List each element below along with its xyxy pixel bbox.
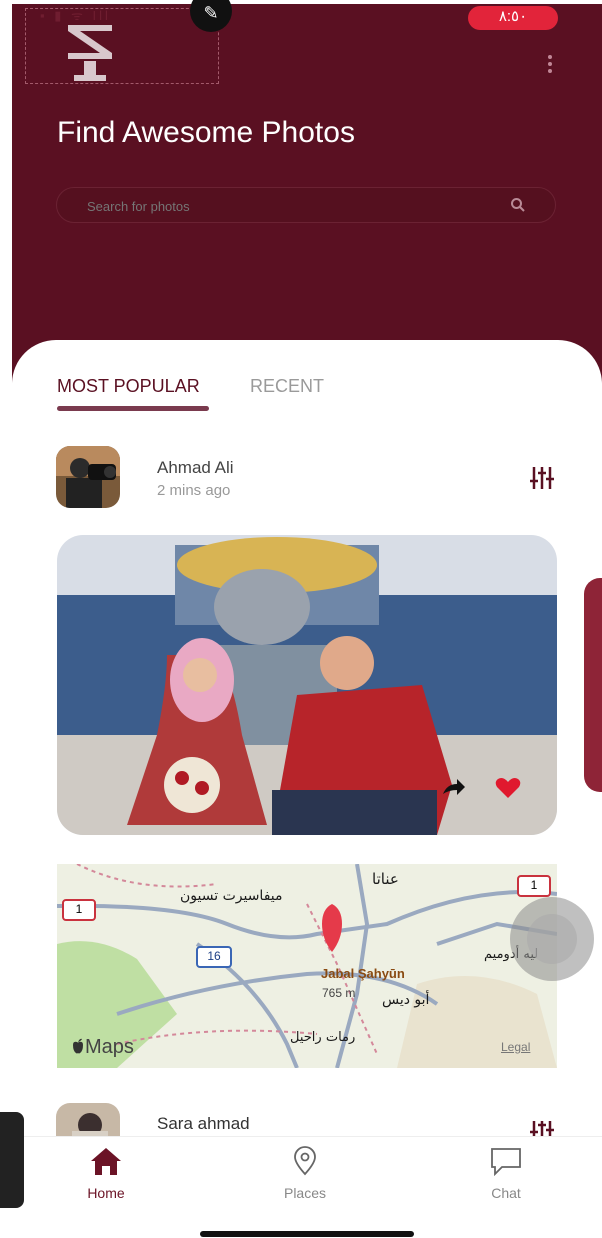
map-elevation: 765 m	[322, 986, 356, 1000]
home-indicator[interactable]	[200, 1231, 414, 1237]
tab-most-popular[interactable]: MOST POPULAR	[57, 376, 200, 397]
maps-label: Maps	[85, 1036, 134, 1058]
legal-link[interactable]: Legal	[501, 1040, 530, 1054]
side-drawer-handle[interactable]	[584, 578, 602, 792]
nav-home-label: Home	[87, 1185, 125, 1201]
post-timestamp: 2 mins ago	[157, 482, 231, 499]
search-input[interactable]	[85, 196, 489, 216]
more-options-icon[interactable]	[546, 52, 554, 76]
app-logo-icon	[68, 25, 112, 81]
map-place-name: Jabal Şahyūn	[321, 966, 405, 981]
post-author-name[interactable]: Sara ahmad	[157, 1114, 250, 1134]
logo-selection-box	[25, 8, 219, 84]
filter-icon[interactable]	[528, 1118, 556, 1138]
map-label: رمات راحيل	[290, 1030, 356, 1045]
map-label: ميفاسيرت تسيون	[180, 888, 283, 904]
avatar[interactable]	[56, 446, 120, 508]
nav-places[interactable]: Places	[265, 1146, 345, 1201]
post-photo[interactable]	[57, 535, 557, 835]
search-bar[interactable]	[56, 187, 556, 223]
heart-icon[interactable]	[494, 776, 522, 800]
tab-recent[interactable]: RECENT	[250, 376, 324, 397]
share-icon[interactable]	[441, 776, 467, 798]
map-label: عناتا	[372, 870, 399, 888]
map-label: أبو ديس	[382, 992, 430, 1008]
nav-home[interactable]: Home	[66, 1146, 146, 1201]
nav-chat[interactable]: Chat	[466, 1146, 546, 1201]
touch-indicator-inner	[527, 914, 577, 964]
apple-icon	[73, 1038, 83, 1054]
status-time: ٨:٥٠	[468, 6, 558, 30]
road-shield: 1	[62, 899, 96, 921]
nav-places-label: Places	[283, 1185, 327, 1201]
road-shield: 1	[517, 875, 551, 897]
edge-overlay	[0, 1112, 24, 1208]
filter-icon[interactable]	[528, 464, 556, 492]
active-tab-indicator	[57, 406, 209, 411]
post-author-name[interactable]: Ahmad Ali	[157, 458, 234, 478]
chat-bubble-icon	[491, 1148, 521, 1177]
home-icon	[91, 1148, 121, 1175]
nav-chat-label: Chat	[491, 1185, 521, 1201]
search-icon[interactable]	[509, 196, 527, 214]
map-pin-icon	[294, 1146, 316, 1176]
page-title: Find Awesome Photos	[57, 116, 355, 149]
road-shield: 16	[196, 946, 232, 968]
maps-logo: Maps	[71, 1036, 134, 1059]
